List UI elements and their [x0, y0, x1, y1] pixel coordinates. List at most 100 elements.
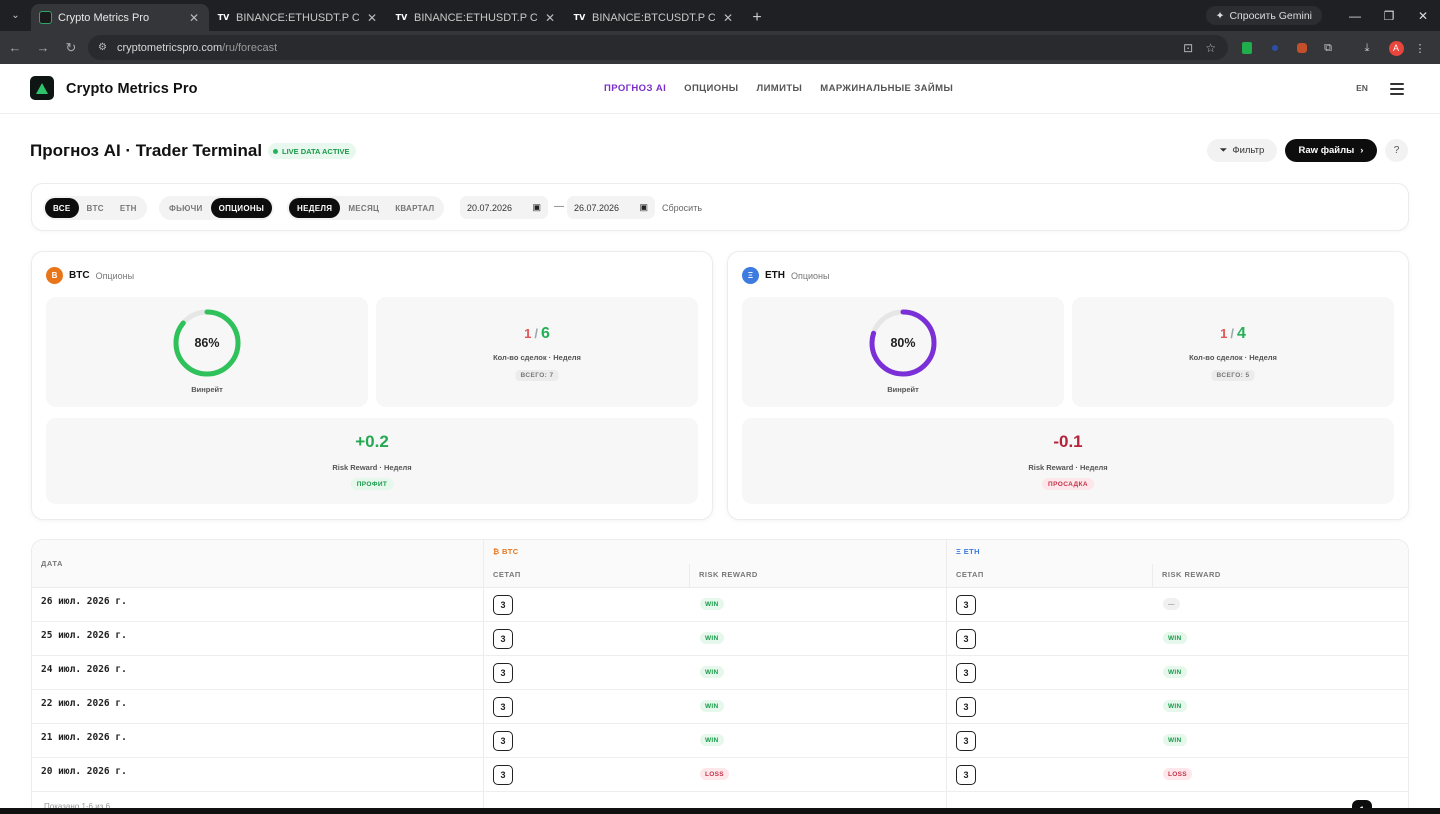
browser-tab-2[interactable]: TV BINANCE:ETHUSDT.P Chart Ima ✕	[209, 4, 387, 31]
winrate-label: Винрейт	[191, 385, 223, 394]
reset-link[interactable]: Сбросить	[662, 203, 702, 213]
winrate-ring: 86%	[172, 308, 242, 378]
btc-setup-badge[interactable]: 3	[493, 731, 513, 751]
ethereum-icon: Ξ	[742, 267, 759, 284]
panel-symbol: BTC	[69, 270, 90, 281]
asset-btc-chip[interactable]: BTC	[79, 198, 112, 218]
browser-tab-1[interactable]: Crypto Metrics Pro ✕	[31, 4, 209, 31]
risk-reward-tile: +0.2 Risk Reward · Неделя ПРОФИТ	[46, 418, 698, 504]
eth-setup-badge[interactable]: 3	[956, 731, 976, 751]
tab-close-icon[interactable]: ✕	[543, 11, 557, 25]
instrument-futures-chip[interactable]: ФЬЮЧИ	[161, 198, 211, 218]
browser-menu-icon[interactable]: ⋮	[1410, 38, 1430, 58]
nav-forecast-ai[interactable]: ПРОГНОЗ AI	[604, 83, 666, 94]
risk-reward-label: Risk Reward · Неделя	[332, 463, 412, 472]
calendar-icon: ▣	[639, 202, 648, 212]
brand-logo-icon[interactable]	[30, 76, 54, 100]
back-icon[interactable]: ←	[2, 35, 28, 61]
downloads-icon[interactable]: ⤓	[1357, 38, 1377, 58]
filter-label: Фильтр	[1232, 145, 1265, 156]
help-button[interactable]: ?	[1385, 139, 1408, 162]
nav-options[interactable]: ОПЦИОНЫ	[684, 83, 738, 94]
filter-bar: ВСЕ BTC ETH ФЬЮЧИ ОПЦИОНЫ НЕДЕЛЯ МЕСЯЦ К…	[31, 183, 1409, 231]
tab-close-icon[interactable]: ✕	[187, 11, 201, 25]
extension-blue-icon[interactable]	[1265, 38, 1285, 58]
tab-close-icon[interactable]: ✕	[365, 11, 379, 25]
filter-button[interactable]: ⏷ Фильтр	[1207, 139, 1277, 162]
site-info-icon[interactable]: ⚙	[98, 42, 107, 53]
minimize-icon[interactable]: —	[1338, 0, 1372, 31]
btc-result-pill: LOSS	[700, 768, 729, 780]
eth-setup-badge[interactable]: 3	[956, 765, 976, 785]
eth-setup-badge[interactable]: 3	[956, 595, 976, 615]
btc-result-pill: WIN	[700, 734, 724, 746]
period-quarter-chip[interactable]: КВАРТАЛ	[387, 198, 442, 218]
brand-name[interactable]: Crypto Metrics Pro	[66, 81, 198, 97]
btc-result-pill: WIN	[700, 632, 724, 644]
gemini-label: Спросить Gemini	[1229, 9, 1312, 22]
nav-margin-loans[interactable]: МАРЖИНАЛЬНЫЕ ЗАЙМЫ	[820, 83, 953, 94]
btc-setup-badge[interactable]: 3	[493, 595, 513, 615]
gemini-button[interactable]: ✦ Спросить Gemini	[1205, 6, 1322, 25]
panel-symbol: ETH	[765, 270, 785, 281]
nav-limits[interactable]: ЛИМИТЫ	[757, 83, 803, 94]
asset-all-chip[interactable]: ВСЕ	[45, 198, 79, 218]
date-from-input[interactable]: 20.07.2026 ▣	[460, 196, 548, 219]
asset-segment: ВСЕ BTC ETH	[43, 196, 147, 220]
trades-ratio: 1/4	[1220, 325, 1246, 342]
install-app-icon[interactable]: ⊡	[1183, 41, 1193, 55]
drawdown-tag: ПРОСАДКА	[1042, 478, 1094, 490]
trades-label: Кол-во сделок · Неделя	[1189, 353, 1277, 362]
results-table: ДАТА ₿ BTC Ξ ETH СЕТАП RISK REWARD СЕТАП…	[31, 539, 1409, 814]
panel-type: Опционы	[791, 270, 830, 281]
table-row: 22 июл. 2026 г. 3 WIN 3 WIN	[32, 690, 1408, 724]
browser-tab-4[interactable]: TV BINANCE:BTCUSDT.P Chart Ima ✕	[565, 4, 743, 31]
btc-rr-header: RISK REWARD	[699, 570, 758, 579]
forward-icon[interactable]: →	[30, 35, 56, 61]
page-title: Прогноз AI · Trader Terminal	[30, 141, 263, 160]
language-switch[interactable]: EN	[1348, 77, 1376, 99]
extension-green-icon[interactable]	[1237, 38, 1257, 58]
table-row: 21 июл. 2026 г. 3 WIN 3 WIN	[32, 724, 1408, 758]
browser-tab-3[interactable]: TV BINANCE:ETHUSDT.P Chart Ima ✕	[387, 4, 565, 31]
period-month-chip[interactable]: МЕСЯЦ	[340, 198, 387, 218]
hamburger-menu-icon[interactable]	[1390, 83, 1404, 98]
extensions-puzzle-icon[interactable]: ⧉	[1318, 38, 1338, 58]
btc-group-header: ₿ BTC	[493, 547, 519, 556]
instrument-options-chip[interactable]: ОПЦИОНЫ	[210, 198, 273, 218]
date-to-input[interactable]: 26.07.2026 ▣	[567, 196, 655, 219]
tab-search-icon[interactable]: ⌄	[0, 0, 31, 31]
new-tab-icon[interactable]: +	[743, 4, 771, 31]
btc-setup-badge[interactable]: 3	[493, 765, 513, 785]
period-week-chip[interactable]: НЕДЕЛЯ	[289, 198, 341, 218]
reload-icon[interactable]: ↻	[58, 35, 84, 61]
bookmark-star-icon[interactable]: ☆	[1205, 41, 1216, 55]
gemini-sparkle-icon: ✦	[1215, 9, 1225, 22]
extension-orange-icon[interactable]	[1292, 38, 1312, 58]
btc-result-pill: WIN	[700, 598, 724, 610]
row-date: 26 июл. 2026 г.	[41, 596, 127, 607]
live-data-badge: LIVE DATA ACTIVE	[268, 143, 356, 159]
address-bar[interactable]: ⚙ cryptometricspro.com/ru/forecast ⊡ ☆	[88, 35, 1228, 60]
row-date: 20 июл. 2026 г.	[41, 766, 127, 777]
btc-setup-badge[interactable]: 3	[493, 697, 513, 717]
eth-setup-badge[interactable]: 3	[956, 697, 976, 717]
profile-avatar[interactable]: A	[1386, 38, 1406, 58]
tradingview-favicon-icon: TV	[217, 13, 230, 22]
maximize-icon[interactable]: ❐	[1372, 0, 1406, 31]
window-close-icon[interactable]: ✕	[1406, 0, 1440, 31]
row-date: 25 июл. 2026 г.	[41, 630, 127, 641]
taskbar-edge	[0, 808, 1440, 814]
eth-setup-badge[interactable]: 3	[956, 629, 976, 649]
tab-close-icon[interactable]: ✕	[721, 11, 735, 25]
winrate-ring: 80%	[868, 308, 938, 378]
table-header	[32, 540, 1408, 588]
btc-setup-badge[interactable]: 3	[493, 629, 513, 649]
asset-eth-chip[interactable]: ETH	[112, 198, 145, 218]
tab-title: BINANCE:BTCUSDT.P Chart Ima	[592, 11, 715, 24]
tab-title: Crypto Metrics Pro	[58, 11, 150, 24]
raw-files-button[interactable]: Raw файлы ›	[1285, 139, 1377, 162]
trades-tile: 1/6 Кол-во сделок · Неделя ВСЕГО: 7	[376, 297, 698, 407]
eth-setup-badge[interactable]: 3	[956, 663, 976, 683]
btc-setup-badge[interactable]: 3	[493, 663, 513, 683]
